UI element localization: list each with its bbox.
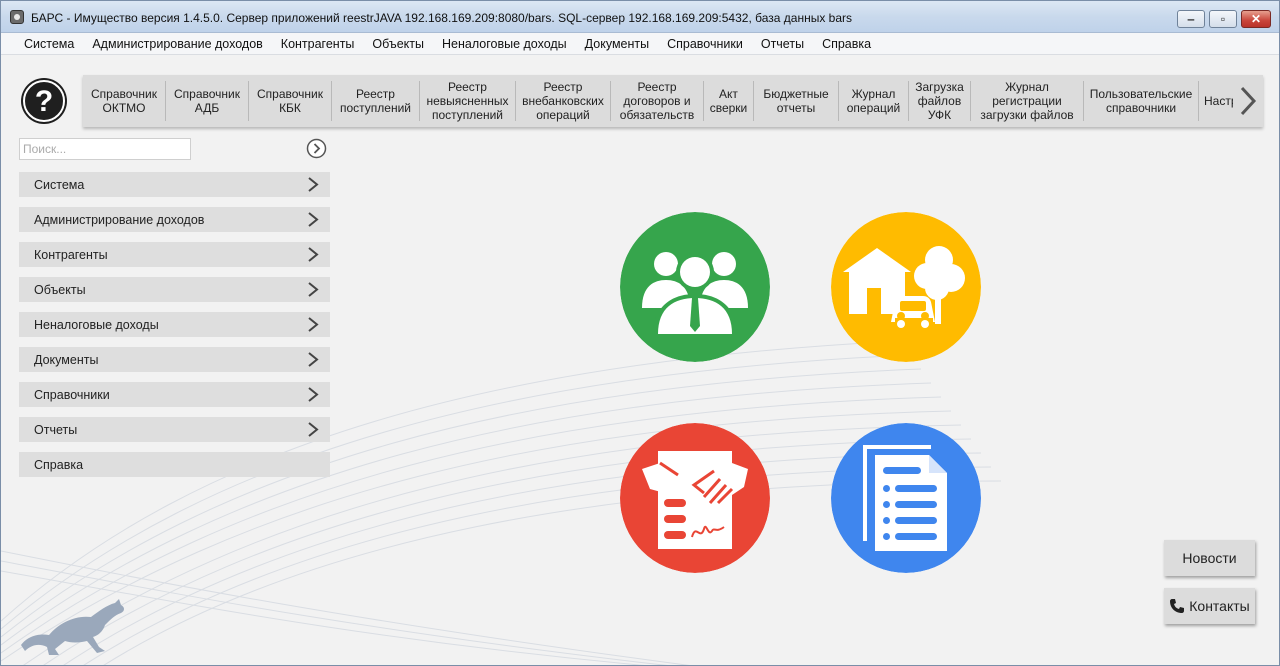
toolbar-ufk-upload[interactable]: Загрузка файлов УФК [909, 80, 971, 122]
window-title: БАРС - Имущество версия 1.4.5.0. Сервер … [31, 11, 853, 25]
contacts-button[interactable]: Контакты [1164, 588, 1255, 624]
chevron-right-icon [308, 317, 319, 332]
sidebar-item-help[interactable]: Справка [19, 452, 330, 477]
tile-contractors[interactable] [620, 212, 770, 362]
menu-reports[interactable]: Отчеты [752, 37, 813, 51]
phone-icon [1170, 599, 1185, 613]
sidebar-item-label: Отчеты [34, 422, 78, 437]
sidebar-item-documents[interactable]: Документы [19, 347, 330, 372]
chevron-right-icon [308, 422, 319, 437]
menu-system[interactable]: Система [15, 37, 83, 51]
quick-toolbar: Справочник ОКТМО Справочник АДБ Справочн… [83, 75, 1263, 127]
menu-bar: Система Администрирование доходов Контра… [1, 33, 1279, 55]
menu-references[interactable]: Справочники [658, 37, 752, 51]
tile-objects[interactable] [831, 212, 981, 362]
news-button[interactable]: Новости [1164, 540, 1255, 576]
sidebar-item-system[interactable]: Система [19, 172, 330, 197]
chevron-right-icon [308, 177, 319, 192]
app-window: БАРС - Имущество версия 1.4.5.0. Сервер … [0, 0, 1280, 666]
search-go-icon[interactable] [306, 138, 327, 159]
close-icon: ✕ [1250, 12, 1262, 26]
toolbar-custom-references[interactable]: Пользовательские справочники [1084, 81, 1199, 121]
toolbar-receipts-registry[interactable]: Реестр поступлений [332, 81, 420, 121]
menu-objects[interactable]: Объекты [363, 37, 433, 51]
sidebar-item-objects[interactable]: Объекты [19, 277, 330, 302]
people-icon [620, 212, 770, 362]
menu-income-admin[interactable]: Администрирование доходов [83, 37, 271, 51]
sidebar-item-label: Неналоговые доходы [34, 317, 159, 332]
tile-contracts[interactable] [620, 423, 770, 573]
sidebar-item-contractors[interactable]: Контрагенты [19, 242, 330, 267]
toolbar-settings[interactable]: Настр [1199, 81, 1233, 121]
toolbar-kbk[interactable]: Справочник КБК [249, 81, 332, 121]
sidebar-item-label: Администрирование доходов [34, 212, 205, 227]
toolbar-next-arrow-icon[interactable] [1237, 85, 1259, 117]
chevron-right-icon [308, 282, 319, 297]
news-button-label: Новости [1182, 550, 1237, 566]
sidebar-item-label: Система [34, 177, 85, 192]
menu-nontax-income[interactable]: Неналоговые доходы [433, 37, 576, 51]
toolbar-items: Справочник ОКТМО Справочник АДБ Справочн… [83, 75, 1233, 127]
minimize-icon: ‒ [1187, 12, 1195, 26]
chevron-right-icon [308, 352, 319, 367]
toolbar-reconciliation-act[interactable]: Акт сверки [704, 81, 754, 121]
handshake-contract-icon [620, 423, 770, 573]
toolbar-oktmo[interactable]: Справочник ОКТМО [83, 81, 166, 121]
sidebar-item-references[interactable]: Справочники [19, 382, 330, 407]
menu-documents[interactable]: Документы [576, 37, 658, 51]
question-mark-icon: ? [34, 85, 54, 118]
tile-documents[interactable] [831, 423, 981, 573]
chevron-right-icon [308, 247, 319, 262]
sidebar-item-label: Справка [34, 457, 84, 472]
close-button[interactable]: ✕ [1241, 10, 1271, 28]
toolbar-budget-reports[interactable]: Бюджетные отчеты [754, 81, 839, 121]
sidebar-item-label: Документы [34, 352, 99, 367]
maximize-icon: ▫ [1220, 12, 1226, 26]
sidebar-item-label: Справочники [34, 387, 110, 402]
toolbar-operations-journal[interactable]: Журнал операций [839, 81, 909, 121]
toolbar-upload-log[interactable]: Журнал регистрации загрузки файлов [971, 80, 1084, 122]
house-car-tree-icon [831, 212, 981, 362]
sidebar-item-nontax-income[interactable]: Неналоговые доходы [19, 312, 330, 337]
toolbar-nonbank-operations[interactable]: Реестр внебанковских операций [516, 80, 611, 122]
menu-contractors[interactable]: Контрагенты [272, 37, 364, 51]
toolbar-adb[interactable]: Справочник АДБ [166, 81, 249, 121]
contacts-button-label: Контакты [1189, 598, 1250, 614]
title-bar: БАРС - Имущество версия 1.4.5.0. Сервер … [1, 1, 1279, 33]
chevron-right-icon [308, 387, 319, 402]
toolbar-contracts-registry[interactable]: Реестр договоров и обязательств [611, 80, 704, 122]
sidebar-item-label: Контрагенты [34, 247, 108, 262]
cat-logo-icon [21, 599, 124, 655]
menu-help[interactable]: Справка [813, 37, 880, 51]
sidebar-item-label: Объекты [34, 282, 86, 297]
app-icon [10, 10, 24, 24]
search-input[interactable] [19, 138, 191, 160]
help-button[interactable]: ? [23, 80, 65, 122]
sidebar-nav: Система Администрирование доходов Контра… [19, 172, 330, 487]
toolbar-unclarified-receipts[interactable]: Реестр невыясненных поступлений [420, 80, 516, 122]
sidebar-item-reports[interactable]: Отчеты [19, 417, 330, 442]
window-controls: ‒ ▫ ✕ [1177, 10, 1271, 28]
chevron-right-icon [308, 212, 319, 227]
maximize-button[interactable]: ▫ [1209, 10, 1237, 28]
minimize-button[interactable]: ‒ [1177, 10, 1205, 28]
sidebar-item-income-admin[interactable]: Администрирование доходов [19, 207, 330, 232]
documents-list-icon [831, 423, 981, 573]
